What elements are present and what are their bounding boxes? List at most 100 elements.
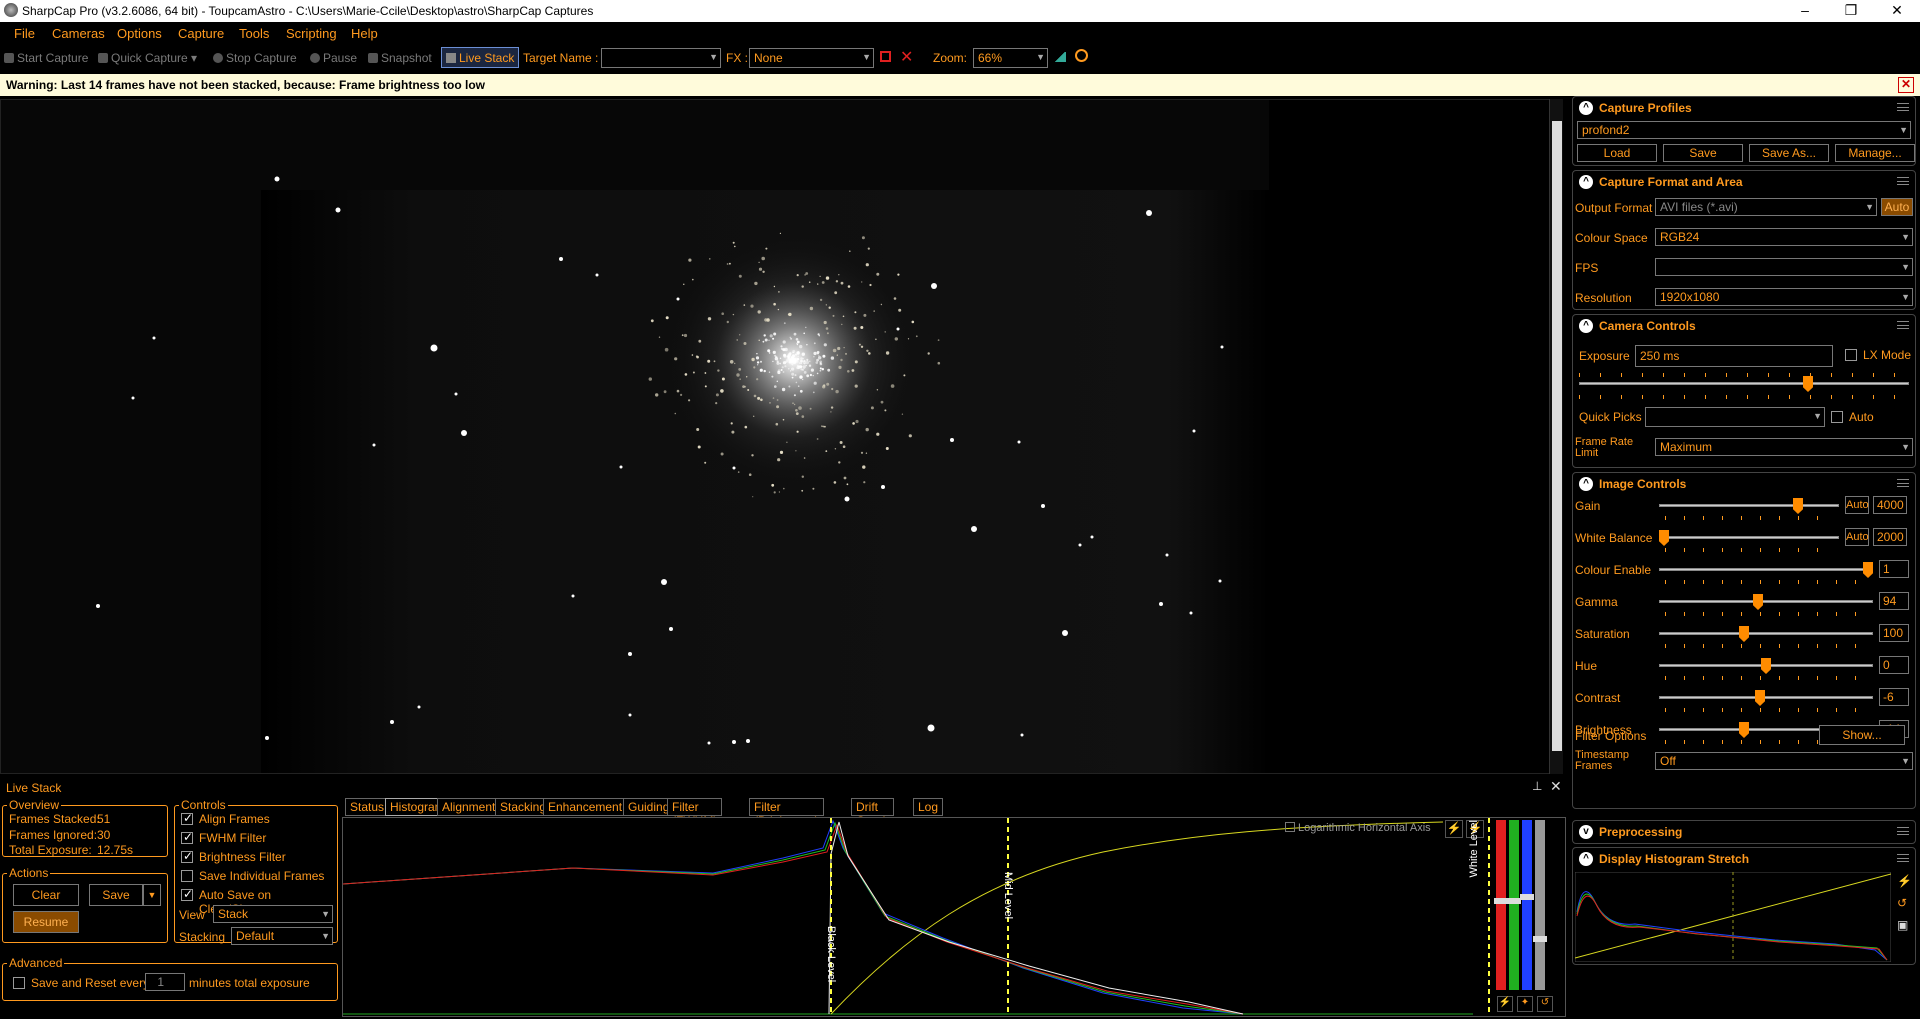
log-axis-checkbox-label[interactable]: Logarithmic Horizontal Axis: [1285, 822, 1431, 834]
stop-capture-button[interactable]: Stop Capture: [213, 51, 297, 65]
manage-profiles-button[interactable]: Manage...: [1835, 144, 1915, 162]
white-balance-auto-button[interactable]: Auto: [1845, 528, 1869, 546]
snapshot-button[interactable]: Snapshot: [368, 51, 432, 65]
save-profile-button[interactable]: Save: [1663, 144, 1743, 162]
menu-icon[interactable]: [1897, 321, 1909, 329]
magnifier-icon[interactable]: [1075, 49, 1088, 62]
menu-icon[interactable]: [1897, 479, 1909, 487]
collapse-icon[interactable]: ^: [1579, 852, 1593, 866]
restore-button[interactable]: ❐: [1828, 0, 1874, 22]
gamma-value[interactable]: 94: [1879, 592, 1909, 610]
save-options-dropdown[interactable]: ▼: [143, 884, 161, 906]
menu-scripting[interactable]: Scripting: [286, 26, 337, 41]
save-stack-button[interactable]: Save: [89, 884, 143, 906]
quick-picks-select[interactable]: ▼: [1645, 407, 1825, 427]
tab-enhancement[interactable]: Enhancement: [543, 798, 628, 816]
white-balance-slider-knob[interactable]: [1659, 530, 1669, 546]
section-header[interactable]: ^ Display Histogram Stretch: [1573, 848, 1915, 870]
collapse-icon[interactable]: ^: [1579, 101, 1593, 115]
start-capture-button[interactable]: Start Capture: [4, 51, 88, 65]
menu-icon[interactable]: [1897, 854, 1909, 862]
star-icon[interactable]: ✦: [1517, 996, 1533, 1012]
white-balance-slider[interactable]: [1659, 530, 1839, 546]
timestamp-select[interactable]: Off ▼: [1655, 752, 1913, 770]
quick-picks-auto-checkbox[interactable]: [1831, 411, 1843, 423]
stacking-select[interactable]: Default ▼: [231, 927, 333, 945]
minimize-button[interactable]: –: [1782, 0, 1828, 22]
close-button[interactable]: ✕: [1874, 0, 1920, 22]
hue-slider-knob[interactable]: [1761, 658, 1771, 674]
save-as-profile-button[interactable]: Save As...: [1749, 144, 1829, 162]
histogram-icon[interactable]: [1054, 52, 1066, 62]
tab-filter-brightness[interactable]: Filter (Brightness): [749, 798, 824, 828]
saturation-slider[interactable]: [1659, 626, 1873, 642]
collapse-icon[interactable]: ^: [1579, 175, 1593, 189]
filter-options-show-button[interactable]: Show...: [1819, 725, 1905, 745]
menu-tools[interactable]: Tools: [239, 26, 269, 41]
scroll-thumb[interactable]: [1552, 121, 1562, 751]
resume-button[interactable]: Resume: [13, 911, 79, 933]
reset-icon[interactable]: ↺: [1897, 896, 1913, 912]
resolution-select[interactable]: 1920x1080 ▼: [1655, 288, 1913, 306]
crosshair-icon[interactable]: ✕: [900, 47, 913, 67]
fwhm-filter-checkbox[interactable]: [181, 830, 193, 844]
output-format-select[interactable]: AVI files (*.avi) ▼: [1655, 198, 1877, 216]
white-balance-value[interactable]: 2000: [1873, 528, 1907, 546]
image-viewer[interactable]: [0, 99, 1551, 774]
exposure-input[interactable]: 250 ms: [1635, 345, 1833, 367]
minutes-input[interactable]: 1: [145, 973, 185, 991]
frame-rate-select[interactable]: Maximum ▼: [1655, 438, 1913, 456]
gain-value[interactable]: 4000: [1873, 496, 1907, 514]
histogram-panel[interactable]: Logarithmic Horizontal Axis ⚡ ⚡ Black Le…: [342, 817, 1566, 1017]
lightning-icon[interactable]: ⚡: [1897, 874, 1913, 890]
tab-log[interactable]: Log: [913, 798, 944, 816]
colour-enable-slider-knob[interactable]: [1863, 562, 1873, 578]
load-profile-button[interactable]: Load: [1577, 144, 1657, 162]
clear-stack-button[interactable]: Clear: [13, 884, 79, 906]
gamma-slider[interactable]: [1659, 594, 1873, 610]
exposure-slider-knob[interactable]: [1803, 376, 1813, 392]
fps-select[interactable]: ▼: [1655, 258, 1913, 276]
contrast-value[interactable]: -6: [1879, 688, 1909, 706]
menu-help[interactable]: Help: [351, 26, 378, 41]
tab-drift-graph[interactable]: Drift Graph: [851, 798, 895, 828]
menu-cameras[interactable]: Cameras: [52, 26, 105, 41]
exposure-slider[interactable]: [1579, 376, 1909, 392]
section-header[interactable]: ^ Capture Profiles: [1573, 97, 1915, 119]
section-header[interactable]: ^ Capture Format and Area: [1573, 171, 1915, 193]
saturation-slider-knob[interactable]: [1739, 626, 1749, 642]
zoom-select[interactable]: 66% ▼: [973, 48, 1048, 68]
lx-mode-checkbox[interactable]: [1845, 349, 1857, 361]
contrast-slider-knob[interactable]: [1755, 690, 1765, 706]
saturation-value[interactable]: 100: [1879, 624, 1909, 642]
tab-filter-fwhm[interactable]: Filter (FWHM): [667, 798, 723, 828]
close-panel-icon[interactable]: ✕: [1550, 778, 1562, 795]
colour-space-select[interactable]: RGB24 ▼: [1655, 228, 1913, 246]
roi-icon[interactable]: [880, 51, 891, 62]
pause-button[interactable]: Pause: [310, 51, 357, 65]
menu-file[interactable]: File: [14, 26, 35, 41]
gain-slider-knob[interactable]: [1793, 498, 1803, 514]
stretch-histogram-chart[interactable]: [1575, 872, 1891, 962]
gain-auto-button[interactable]: Auto: [1845, 496, 1869, 514]
tab-status[interactable]: Status: [345, 798, 390, 816]
section-header[interactable]: v Preprocessing: [1573, 821, 1915, 843]
auto-level-icon[interactable]: ⚡: [1497, 996, 1513, 1012]
save-reset-checkbox[interactable]: [13, 977, 25, 989]
auto-stretch-icon[interactable]: ⚡: [1445, 820, 1463, 838]
fx-select[interactable]: None ▼: [749, 48, 874, 68]
section-header[interactable]: ^ Camera Controls: [1573, 315, 1915, 337]
colour-enable-value[interactable]: 1: [1879, 560, 1909, 578]
brightness-filter-checkbox[interactable]: [181, 849, 193, 863]
gamma-slider-knob[interactable]: [1753, 594, 1763, 610]
section-header[interactable]: ^ Image Controls: [1573, 473, 1915, 495]
colour-enable-slider[interactable]: [1659, 562, 1873, 578]
menu-icon[interactable]: [1897, 103, 1909, 111]
expand-icon[interactable]: v: [1579, 825, 1593, 839]
pin-icon[interactable]: ⊥: [1532, 779, 1542, 793]
collapse-icon[interactable]: ^: [1579, 319, 1593, 333]
target-name-input[interactable]: ▼: [601, 48, 721, 68]
reset-levels-icon[interactable]: ↺: [1537, 996, 1553, 1012]
collapse-icon[interactable]: ^: [1579, 477, 1593, 491]
menu-icon[interactable]: [1897, 177, 1909, 185]
